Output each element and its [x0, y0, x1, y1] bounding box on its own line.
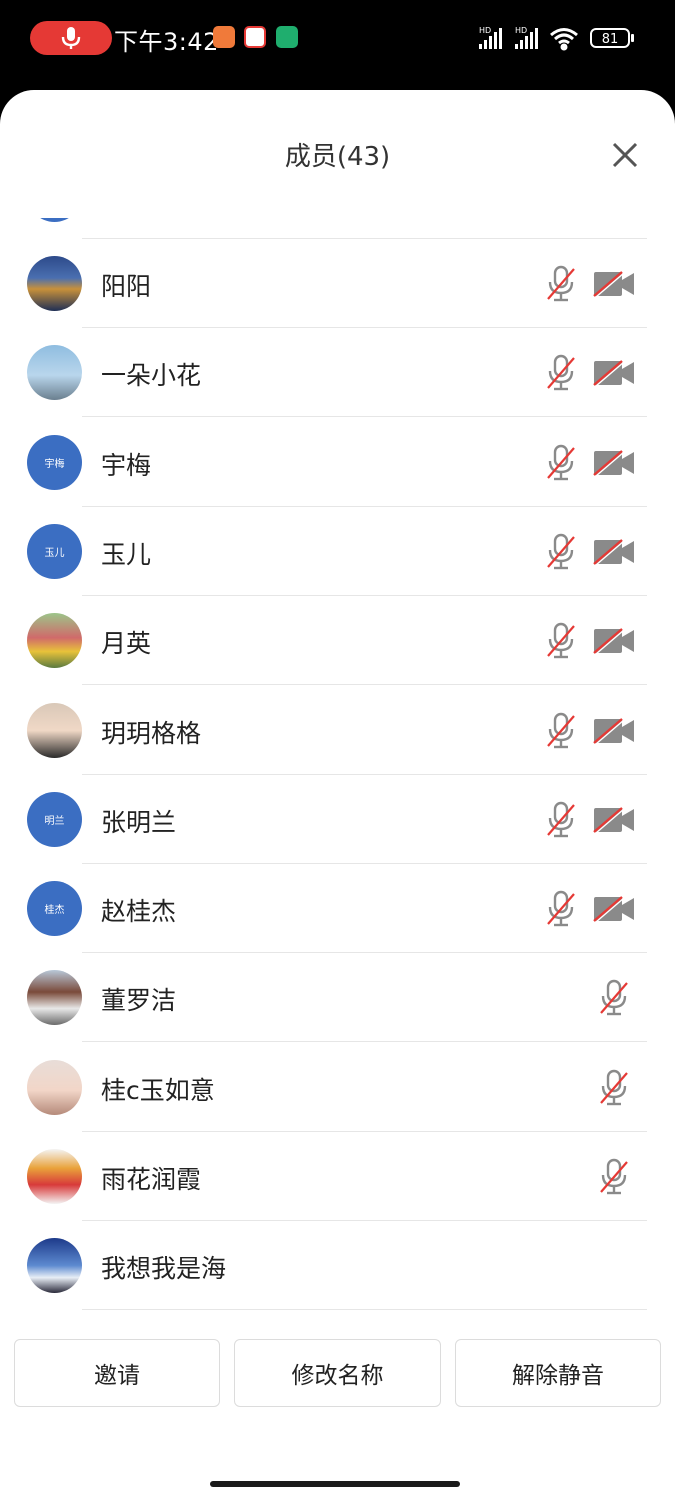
- recording-indicator[interactable]: [30, 21, 112, 55]
- member-name: 桂c玉如意: [101, 1075, 215, 1105]
- list-item-partial: [0, 218, 675, 239]
- members-sheet: 成员(43) 阳阳一朵小花宇梅 宇梅玉儿 玉儿月英玥玥格格明兰 张明兰桂杰 赵桂杰董罗洁…: [0, 90, 675, 1500]
- member-list[interactable]: 阳阳一朵小花宇梅 宇梅玉儿 玉儿月英玥玥格格明兰 张明兰桂杰 赵桂杰董罗洁桂c玉如意雨花…: [0, 218, 675, 1310]
- close-icon[interactable]: [606, 136, 644, 174]
- member-name: 玥玥格格: [101, 718, 202, 748]
- battery-icon: 81: [590, 28, 634, 48]
- list-item[interactable]: 雨花润霞: [0, 1132, 675, 1221]
- avatar: [27, 613, 82, 669]
- mic-muted-icon[interactable]: [599, 1158, 629, 1196]
- avatar: [27, 702, 82, 758]
- mic-muted-icon[interactable]: [546, 890, 576, 928]
- battery-level: 81: [602, 32, 619, 47]
- list-item[interactable]: 玉儿 玉儿: [0, 507, 675, 596]
- orange-shopping-app-icon: [213, 26, 235, 48]
- avatar: 桂杰: [27, 881, 82, 937]
- mic-muted-icon[interactable]: [546, 444, 576, 482]
- member-name: 我想我是海: [101, 1254, 227, 1284]
- mic-muted-icon[interactable]: [599, 979, 629, 1017]
- camera-off-icon[interactable]: [593, 270, 635, 298]
- mic-muted-icon[interactable]: [546, 622, 576, 660]
- invite-button[interactable]: 邀请: [14, 1339, 220, 1407]
- status-time: 下午3:42: [114, 28, 219, 56]
- unmute-all-button[interactable]: 解除静音: [455, 1339, 661, 1407]
- avatar: [27, 1238, 82, 1294]
- avatar-initials: 桂杰: [44, 905, 65, 917]
- wifi-icon: [550, 28, 578, 51]
- list-item[interactable]: 明兰 张明兰: [0, 775, 675, 864]
- list-item[interactable]: 月英: [0, 596, 675, 686]
- member-name: 一朵小花: [101, 361, 202, 391]
- home-indicator[interactable]: [210, 1481, 460, 1487]
- list-item[interactable]: 一朵小花: [0, 328, 675, 418]
- list-item[interactable]: 玥玥格格: [0, 686, 675, 775]
- member-name: 董罗洁: [101, 986, 177, 1016]
- network-label-2: HD: [515, 26, 527, 35]
- member-name: 月英: [101, 629, 152, 659]
- red-map-app-icon: [244, 26, 266, 48]
- mic-muted-icon[interactable]: [546, 265, 576, 303]
- list-item[interactable]: 宇梅 宇梅: [0, 418, 675, 507]
- avatar-initials: 明兰: [44, 815, 65, 827]
- rename-button[interactable]: 修改名称: [234, 1339, 441, 1407]
- avatar: 明兰: [27, 791, 82, 847]
- avatar: [27, 1149, 82, 1204]
- avatar: 宇梅: [27, 434, 82, 490]
- avatar: 玉儿: [27, 523, 82, 579]
- avatar: [27, 1059, 82, 1115]
- network-label-1: HD: [479, 26, 491, 35]
- mic-muted-icon[interactable]: [546, 533, 576, 571]
- page-title: 成员(43): [284, 142, 391, 172]
- green-shield-app-icon: [276, 26, 298, 48]
- list-item[interactable]: 阳阳: [0, 239, 675, 328]
- mic-muted-icon[interactable]: [546, 354, 576, 392]
- list-item[interactable]: 董罗洁: [0, 953, 675, 1043]
- list-item[interactable]: 桂杰 赵桂杰: [0, 864, 675, 954]
- system-status-icons: HD HD 81: [479, 26, 634, 51]
- camera-off-icon[interactable]: [593, 717, 635, 745]
- member-name: 玉儿: [101, 539, 152, 569]
- status-bar: 下午3:42 HD HD 81: [0, 0, 675, 90]
- camera-off-icon[interactable]: [593, 359, 635, 387]
- mic-muted-icon[interactable]: [599, 1069, 629, 1107]
- list-item[interactable]: 桂c玉如意: [0, 1043, 675, 1132]
- avatar: [27, 256, 82, 311]
- camera-off-icon[interactable]: [593, 449, 635, 477]
- camera-off-icon[interactable]: [593, 538, 635, 566]
- microphone-icon: [61, 27, 81, 49]
- avatar: [27, 970, 82, 1026]
- member-name: 张明兰: [101, 807, 177, 837]
- sheet-header: 成员(43): [0, 90, 675, 218]
- member-name: 雨花润霞: [101, 1165, 202, 1194]
- mic-muted-icon[interactable]: [546, 801, 576, 839]
- member-name: 赵桂杰: [101, 897, 177, 927]
- mic-muted-icon[interactable]: [546, 712, 576, 750]
- camera-off-icon[interactable]: [593, 806, 635, 834]
- camera-off-icon[interactable]: [593, 627, 635, 655]
- member-name: 宇梅: [101, 450, 152, 480]
- avatar: [27, 218, 82, 222]
- member-name: 阳阳: [101, 272, 152, 301]
- avatar-initials: 玉儿: [44, 547, 65, 559]
- avatar-initials: 宇梅: [44, 458, 65, 470]
- avatar: [27, 345, 82, 401]
- camera-off-icon[interactable]: [593, 895, 635, 923]
- footer-actions: 邀请 修改名称 解除静音: [0, 1310, 675, 1500]
- list-item[interactable]: 我想我是海: [0, 1221, 675, 1310]
